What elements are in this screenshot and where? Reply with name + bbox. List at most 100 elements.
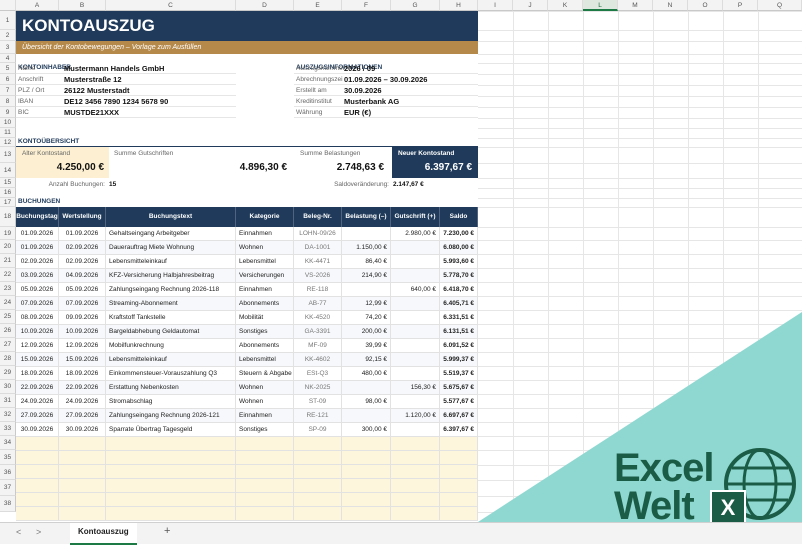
table-cell[interactable]: 15.09.2026 [59,353,106,367]
table-cell[interactable]: Gehaltseingang Arbeitgeber [106,227,236,241]
table-cell[interactable]: Dauerauftrag Miete Wohnung [106,241,236,255]
table-cell[interactable]: GA-3391 [294,325,342,339]
table-cell[interactable]: Bargeldabhebung Geldautomat [106,325,236,339]
empty-cell[interactable] [294,493,342,507]
table-cell[interactable] [391,367,440,381]
table-cell[interactable]: KK-4471 [294,255,342,269]
table-cell[interactable]: 01.09.2026 [59,227,106,241]
empty-cell[interactable] [440,507,478,521]
table-cell[interactable]: 1.150,00 € [342,241,391,255]
empty-cell[interactable] [236,479,294,493]
table-cell[interactable] [391,353,440,367]
table-cell[interactable]: 480,00 € [342,367,391,381]
table-cell[interactable]: 22.09.2026 [59,381,106,395]
empty-cell[interactable] [391,507,440,521]
table-cell[interactable]: RE-118 [294,283,342,297]
table-cell[interactable]: 200,00 € [342,325,391,339]
empty-cell[interactable] [391,437,440,451]
empty-cell[interactable] [342,465,391,479]
table-cell[interactable]: 04.09.2026 [59,269,106,283]
table-cell[interactable]: 01.09.2026 [16,241,59,255]
empty-cell[interactable] [440,465,478,479]
column-header-booking[interactable]: Kategorie [236,207,294,227]
table-cell[interactable] [342,409,391,423]
table-cell[interactable]: Lebensmittel [236,353,294,367]
empty-cell[interactable] [59,479,106,493]
table-cell[interactable]: 5.993,60 € [440,255,478,269]
empty-cell[interactable] [16,493,59,507]
table-cell[interactable]: 05.09.2026 [59,283,106,297]
table-cell[interactable]: Wohnen [236,395,294,409]
empty-cell[interactable] [294,465,342,479]
table-cell[interactable]: 39,99 € [342,339,391,353]
empty-cell[interactable] [294,451,342,465]
table-cell[interactable]: 09.09.2026 [59,311,106,325]
table-cell[interactable]: Streaming-Abonnement [106,297,236,311]
table-cell[interactable]: 1.120,00 € [391,409,440,423]
table-cell[interactable]: 27.09.2026 [16,409,59,423]
empty-cell[interactable] [440,479,478,493]
table-cell[interactable] [391,241,440,255]
table-cell[interactable]: Sonstiges [236,423,294,437]
table-cell[interactable]: Einkommensteuer-Vorauszahlung Q3 [106,367,236,381]
empty-cell[interactable] [342,451,391,465]
table-cell[interactable]: 6.091,52 € [440,339,478,353]
table-cell[interactable]: SP-09 [294,423,342,437]
table-cell[interactable]: 05.09.2026 [16,283,59,297]
table-cell[interactable]: Kraftstoff Tankstelle [106,311,236,325]
table-cell[interactable]: 74,20 € [342,311,391,325]
table-cell[interactable]: Einnahmen [236,409,294,423]
table-cell[interactable]: 86,40 € [342,255,391,269]
table-cell[interactable]: 214,90 € [342,269,391,283]
table-cell[interactable]: Lebensmittel [236,255,294,269]
table-cell[interactable]: 02.09.2026 [16,255,59,269]
table-cell[interactable]: 10.09.2026 [16,325,59,339]
table-cell[interactable] [391,423,440,437]
empty-cell[interactable] [59,507,106,521]
table-cell[interactable]: Abonnements [236,339,294,353]
table-cell[interactable]: Zahlungseingang Rechnung 2026-118 [106,283,236,297]
empty-cell[interactable] [342,479,391,493]
empty-cell[interactable] [106,479,236,493]
column-header-booking[interactable]: Belastung (–) [342,207,391,227]
empty-cell[interactable] [59,451,106,465]
empty-cell[interactable] [236,507,294,521]
table-cell[interactable]: KK-4602 [294,353,342,367]
column-header-booking[interactable]: Gutschrift (+) [391,207,440,227]
empty-cell[interactable] [391,479,440,493]
table-cell[interactable]: 07.09.2026 [16,297,59,311]
table-cell[interactable]: ESt-Q3 [294,367,342,381]
empty-cell[interactable] [16,507,59,521]
table-cell[interactable] [391,311,440,325]
table-cell[interactable]: 2.980,00 € [391,227,440,241]
table-cell[interactable]: 6.397,67 € [440,423,478,437]
table-cell[interactable]: 5.675,67 € [440,381,478,395]
empty-cell[interactable] [342,507,391,521]
table-cell[interactable] [391,339,440,353]
table-cell[interactable]: AB-77 [294,297,342,311]
empty-cell[interactable] [391,493,440,507]
prev-sheet-button[interactable]: < [16,527,21,537]
table-cell[interactable]: Wohnen [236,241,294,255]
table-cell[interactable]: Sparrate Übertrag Tagesgeld [106,423,236,437]
table-cell[interactable]: 27.09.2026 [59,409,106,423]
table-cell[interactable]: 18.09.2026 [16,367,59,381]
column-header-booking[interactable]: Buchungstext [106,207,236,227]
table-cell[interactable]: Erstattung Nebenkosten [106,381,236,395]
table-cell[interactable] [342,283,391,297]
empty-cell[interactable] [236,451,294,465]
table-cell[interactable]: 6.080,00 € [440,241,478,255]
column-header-booking[interactable]: Wertstellung [59,207,106,227]
table-cell[interactable]: VS-2026 [294,269,342,283]
table-cell[interactable] [391,395,440,409]
empty-cell[interactable] [342,437,391,451]
table-cell[interactable]: 02.09.2026 [59,241,106,255]
empty-cell[interactable] [59,493,106,507]
table-cell[interactable]: 5.778,70 € [440,269,478,283]
empty-cell[interactable] [440,451,478,465]
table-cell[interactable]: 15.09.2026 [16,353,59,367]
empty-cell[interactable] [106,493,236,507]
table-cell[interactable]: ST-09 [294,395,342,409]
table-cell[interactable]: Steuern & Abgabe [236,367,294,381]
table-cell[interactable] [391,269,440,283]
